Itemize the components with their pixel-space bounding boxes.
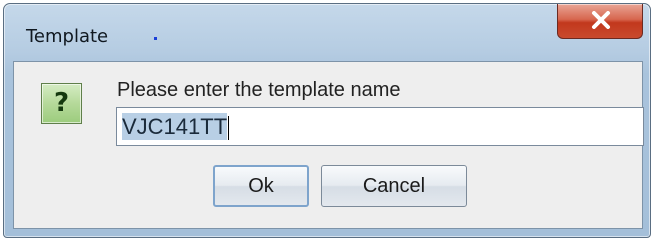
template-name-value: VJC141TT bbox=[122, 113, 228, 140]
close-button[interactable] bbox=[557, 4, 643, 39]
ok-button[interactable]: Ok bbox=[213, 165, 309, 207]
template-name-input[interactable]: VJC141TT bbox=[116, 107, 644, 146]
title-marker-dot bbox=[154, 37, 157, 40]
prompt-label: Please enter the template name bbox=[117, 79, 401, 101]
dialog-window: Template ? Please enter the template nam… bbox=[3, 3, 651, 238]
text-caret bbox=[228, 116, 230, 141]
window-title: Template bbox=[26, 26, 109, 47]
title-bar[interactable]: Template bbox=[4, 4, 650, 60]
dialog-body: ? Please enter the template name VJC141T… bbox=[13, 61, 644, 229]
question-icon: ? bbox=[41, 83, 82, 124]
question-icon-glyph: ? bbox=[53, 88, 70, 118]
close-x-icon bbox=[592, 11, 610, 29]
cancel-button[interactable]: Cancel bbox=[321, 165, 467, 207]
